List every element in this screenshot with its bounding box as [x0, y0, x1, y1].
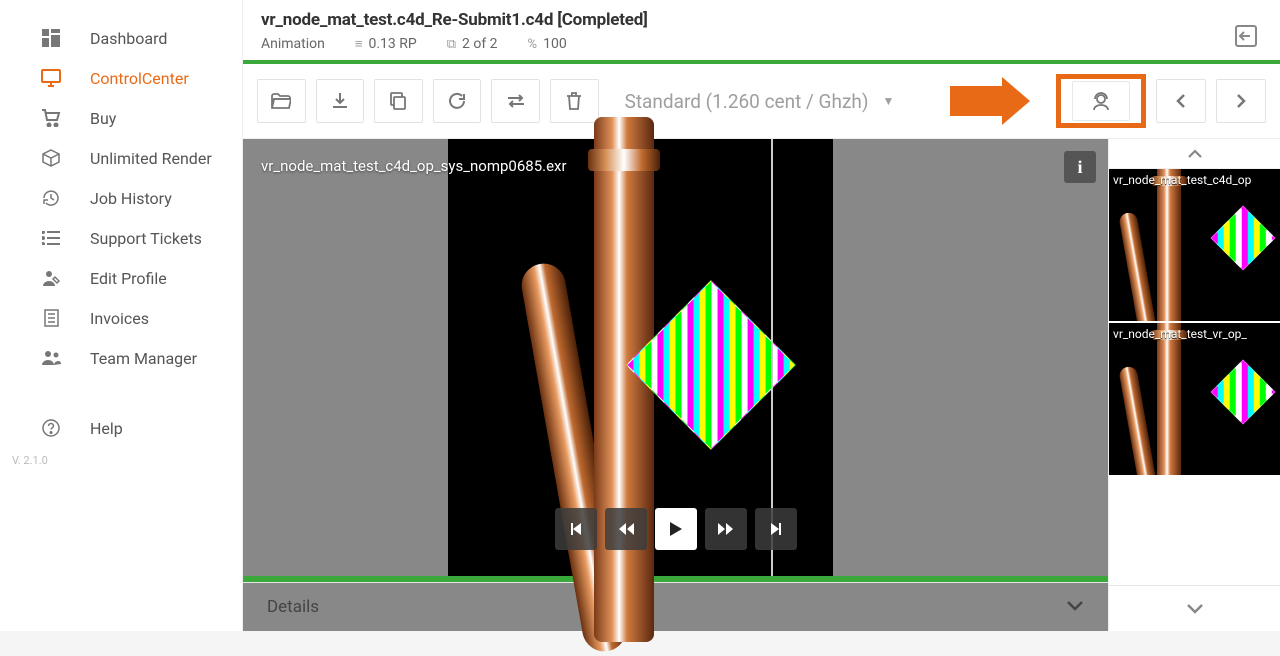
support-agent-button[interactable]: [1072, 81, 1130, 121]
exit-button[interactable]: [1234, 24, 1258, 52]
sidebar-item-controlcenter[interactable]: ControlCenter: [0, 58, 242, 98]
preview-filename: vr_node_mat_test_c4d_op_sys_nomp0685.exr: [261, 157, 567, 175]
cost-select[interactable]: Standard (1.260 cent / Ghzh) ▼: [609, 79, 911, 123]
refresh-button[interactable]: [433, 79, 482, 123]
thumbnail-label: vr_node_mat_test_vr_op_: [1113, 327, 1280, 341]
thumbnail-item[interactable]: vr_node_mat_test_c4d_op: [1109, 169, 1280, 321]
expand-thumbs-button[interactable]: [1109, 585, 1280, 631]
next-button[interactable]: [1216, 79, 1266, 123]
sidebar-item-label: Edit Profile: [90, 269, 167, 288]
details-toggle[interactable]: Details: [243, 582, 1108, 631]
rewind-button[interactable]: [605, 508, 647, 550]
sidebar-item-profile[interactable]: Edit Profile: [0, 258, 242, 298]
collapse-thumbs-button[interactable]: [1109, 139, 1280, 169]
chevron-down-icon: ▼: [882, 94, 894, 108]
swap-button[interactable]: [491, 79, 540, 123]
percent-icon: %: [528, 37, 538, 52]
info-button[interactable]: i: [1064, 151, 1096, 183]
last-frame-button[interactable]: [755, 508, 797, 550]
team-icon: [40, 347, 62, 369]
toolbar: Standard (1.260 cent / Ghzh) ▼: [243, 64, 1280, 139]
download-button[interactable]: [316, 79, 365, 123]
job-title: vr_node_mat_test.c4d_Re-Submit1.c4d [Com…: [261, 10, 1262, 30]
fastforward-button[interactable]: [705, 508, 747, 550]
first-frame-button[interactable]: [555, 508, 597, 550]
delete-button[interactable]: [550, 79, 599, 123]
sidebar-item-label: Buy: [90, 109, 116, 128]
preview-panel: vr_node_mat_test_c4d_op_sys_nomp0685.exr…: [243, 139, 1108, 631]
job-rp: ≡0.13 RP: [355, 36, 417, 52]
sidebar-item-label: ControlCenter: [90, 69, 189, 88]
sidebar-item-label: Dashboard: [90, 29, 167, 48]
help-icon: [40, 417, 62, 439]
cart-icon: [40, 107, 62, 129]
sidebar-item-unlimited[interactable]: Unlimited Render: [0, 138, 242, 178]
sidebar-item-label: Unlimited Render: [90, 149, 212, 168]
list-icon: [40, 227, 62, 249]
play-button[interactable]: [655, 508, 697, 550]
dashboard-icon: [40, 27, 62, 49]
main-panel: vr_node_mat_test.c4d_Re-Submit1.c4d [Com…: [243, 0, 1280, 631]
file-icon: [40, 307, 62, 329]
sidebar-item-buy[interactable]: Buy: [0, 98, 242, 138]
sidebar-item-team[interactable]: Team Manager: [0, 338, 242, 378]
history-icon: [40, 187, 62, 209]
prev-button[interactable]: [1156, 79, 1206, 123]
coin-icon: ≡: [355, 37, 363, 52]
sidebar-item-label: Invoices: [90, 309, 149, 328]
sidebar: Dashboard ControlCenter Buy Unlimited Re…: [0, 0, 243, 631]
support-highlight: [1056, 74, 1146, 128]
thumbnail-item[interactable]: vr_node_mat_test_vr_op_: [1109, 323, 1280, 475]
open-folder-button[interactable]: [257, 79, 306, 123]
sidebar-item-label: Team Manager: [90, 349, 197, 368]
frames-icon: ⧉: [447, 37, 456, 52]
sidebar-item-label: Help: [90, 419, 123, 438]
sidebar-item-dashboard[interactable]: Dashboard: [0, 18, 242, 58]
sidebar-item-jobhistory[interactable]: Job History: [0, 178, 242, 218]
sidebar-item-support[interactable]: Support Tickets: [0, 218, 242, 258]
cost-select-label: Standard (1.260 cent / Ghzh): [625, 90, 869, 113]
monitor-icon: [40, 67, 62, 89]
user-edit-icon: [40, 267, 62, 289]
sidebar-item-label: Job History: [90, 189, 172, 208]
details-label: Details: [267, 597, 319, 617]
chevron-down-icon: [1066, 597, 1084, 617]
sidebar-item-invoices[interactable]: Invoices: [0, 298, 242, 338]
job-percent: %100: [528, 36, 567, 52]
sidebar-item-help[interactable]: Help: [0, 408, 242, 448]
sidebar-item-label: Support Tickets: [90, 229, 202, 248]
thumbnail-panel: vr_node_mat_test_c4d_op vr_node_mat_test…: [1108, 139, 1280, 631]
job-type: Animation: [261, 36, 325, 52]
playback-controls: [555, 508, 797, 550]
job-frames: ⧉2 of 2: [447, 36, 498, 52]
box-icon: [40, 147, 62, 169]
callout-arrow: [950, 77, 1030, 125]
header: vr_node_mat_test.c4d_Re-Submit1.c4d [Com…: [243, 0, 1280, 60]
copy-button[interactable]: [374, 79, 423, 123]
version-text: V. 2.1.0: [0, 454, 242, 467]
thumbnail-label: vr_node_mat_test_c4d_op: [1113, 173, 1280, 187]
